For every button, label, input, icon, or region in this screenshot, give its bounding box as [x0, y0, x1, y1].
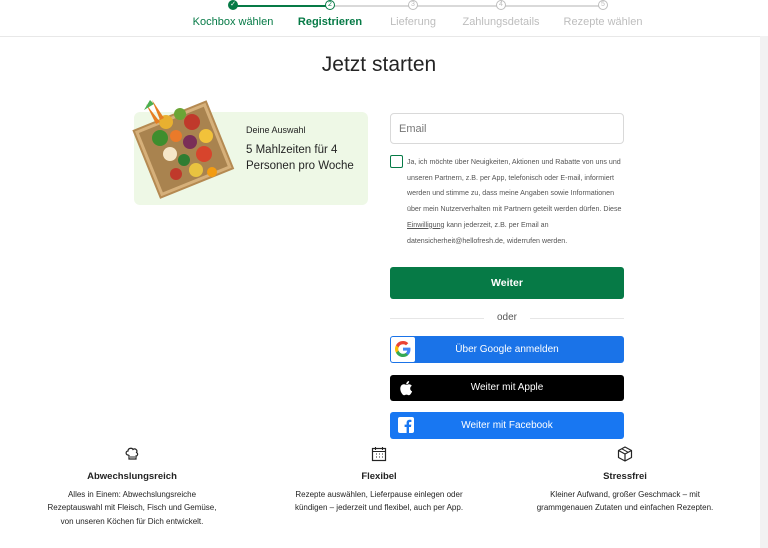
- consent-text: Ja, ich möchte über Neuigkeiten, Aktione…: [407, 155, 626, 249]
- progress-stepper: ✓ 2 3 4 5 Kochbox wählen Registrieren Li…: [0, 0, 768, 36]
- divider-line: [530, 318, 624, 319]
- submit-button[interactable]: Weiter: [390, 267, 624, 299]
- consent-checkbox[interactable]: [390, 155, 403, 168]
- stepper-line: [330, 5, 602, 7]
- step-5-label: Rezepte wählen: [563, 16, 643, 28]
- step-3-indicator: 3: [408, 0, 418, 10]
- apple-signin-label: Weiter mit Apple: [470, 382, 544, 393]
- step-2-indicator: 2: [325, 0, 335, 10]
- selection-summary: 5 Mahlzeiten für 4 Personen pro Woche: [246, 144, 354, 172]
- calendar-icon: [371, 447, 387, 462]
- google-signin-button[interactable]: Über Google anmelden: [390, 336, 624, 363]
- google-signin-label: Über Google anmelden: [455, 344, 559, 355]
- step-3-label: Lieferung: [390, 16, 436, 28]
- feature-stressfree-desc: Kleiner Aufwand, großer Geschmack – mit …: [536, 490, 714, 513]
- box-icon: [617, 446, 633, 462]
- feature-variety-desc: Alles in Einem: Abwechslungsreiche Rezep…: [47, 490, 217, 526]
- page-title: Jetzt starten: [321, 53, 437, 76]
- step-1-label[interactable]: Kochbox wählen: [193, 16, 274, 28]
- stepper-line: [233, 5, 330, 7]
- apple-icon: [400, 381, 413, 396]
- facebook-signin-label: Weiter mit Facebook: [461, 420, 553, 431]
- feature-flexible-desc: Rezepte auswählen, Lieferpause einlegen …: [294, 490, 464, 513]
- divider-label: oder: [496, 312, 517, 323]
- food-box-image: [132, 100, 235, 199]
- page-scrollbar[interactable]: [760, 36, 768, 548]
- step-4-indicator: 4: [496, 0, 506, 10]
- google-icon: [395, 341, 411, 357]
- chef-hat-icon: [125, 447, 139, 460]
- divider-line: [390, 318, 484, 319]
- google-icon-box: [391, 337, 415, 362]
- consent-text-part: Ja, ich möchte über Neuigkeiten, Aktione…: [407, 158, 622, 214]
- feature-stressfree-title: Stressfrei: [603, 471, 647, 482]
- apple-signin-button[interactable]: Weiter mit Apple: [390, 375, 624, 401]
- facebook-icon: [398, 417, 414, 433]
- step-1-check-icon: ✓: [228, 0, 238, 10]
- header-divider: [0, 36, 760, 37]
- selection-kicker: Deine Auswahl: [246, 125, 306, 135]
- feature-variety: Abwechslungsreich Alles in Einem: Abwech…: [42, 446, 222, 528]
- feature-flexible-title: Flexibel: [361, 471, 397, 482]
- feature-variety-title: Abwechslungsreich: [87, 471, 177, 482]
- consent-link[interactable]: Einwilligung: [407, 221, 444, 229]
- step-4-label: Zahlungsdetails: [462, 16, 540, 28]
- email-input[interactable]: [390, 113, 624, 144]
- feature-stressfree: Stressfrei Kleiner Aufwand, großer Gesch…: [535, 446, 715, 515]
- step-5-indicator: 5: [598, 0, 608, 10]
- facebook-signin-button[interactable]: Weiter mit Facebook: [390, 412, 624, 439]
- step-2-label: Registrieren: [297, 16, 363, 28]
- feature-flexible: Flexibel Rezepte auswählen, Lieferpause …: [289, 446, 469, 515]
